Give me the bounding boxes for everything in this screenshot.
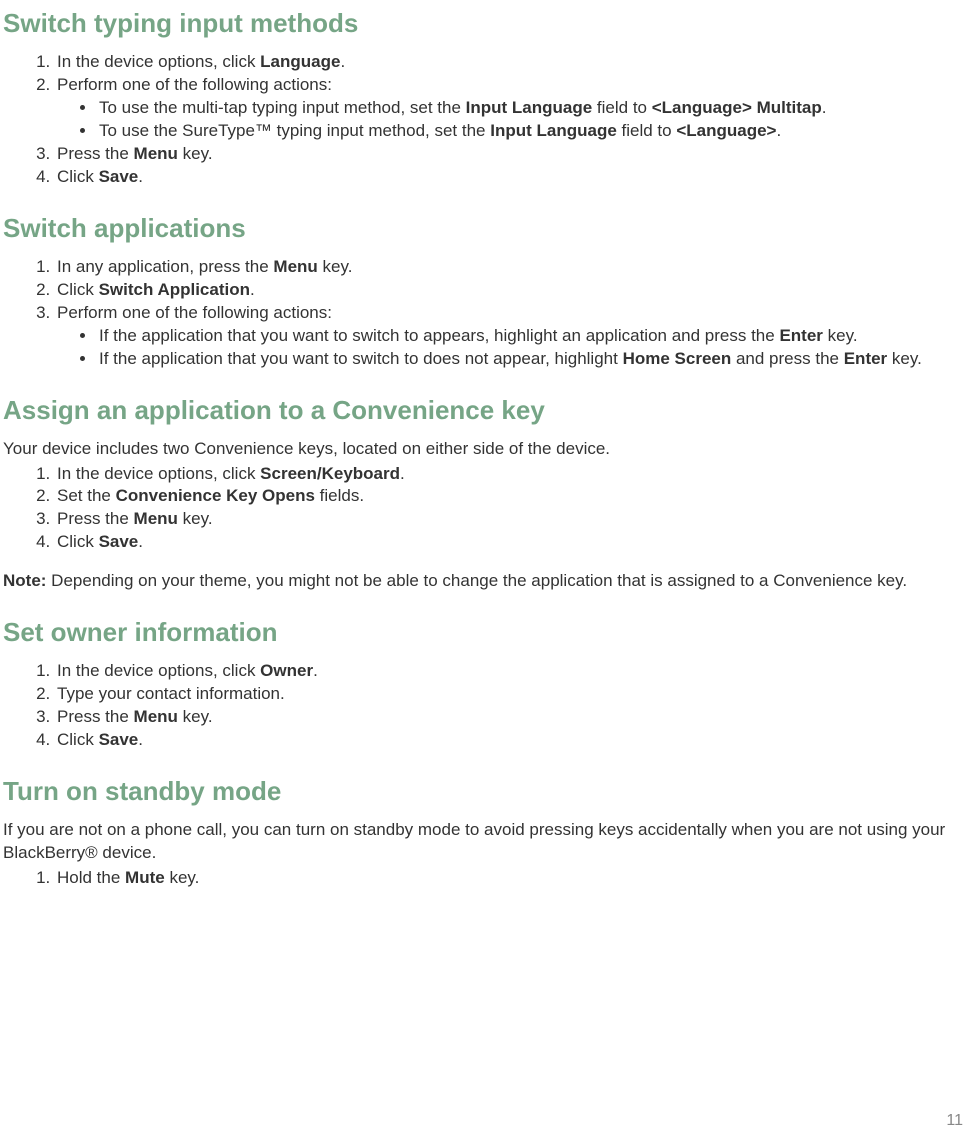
bold-text: Save	[99, 167, 139, 186]
text: To use the multi-tap typing input method…	[99, 98, 466, 117]
list-switch-typing: In the device options, click Language. P…	[3, 51, 970, 189]
text: Perform one of the following actions:	[57, 303, 332, 322]
bold-text: Menu	[273, 257, 317, 276]
bold-text: Enter	[844, 349, 887, 368]
list-item: To use the multi-tap typing input method…	[97, 97, 970, 120]
list-item: In the device options, click Screen/Keyb…	[55, 463, 970, 486]
sublist: To use the multi-tap typing input method…	[57, 97, 970, 143]
bold-text: <Language> Multitap	[652, 98, 822, 117]
heading-assign-convenience-key: Assign an application to a Convenience k…	[3, 393, 970, 428]
text: .	[822, 98, 827, 117]
text: Press the	[57, 144, 134, 163]
bold-text: Owner	[260, 661, 313, 680]
list-item: Click Save.	[55, 531, 970, 554]
list-item: In any application, press the Menu key.	[55, 256, 970, 279]
text: In the device options, click	[57, 661, 260, 680]
text: In the device options, click	[57, 52, 260, 71]
heading-switch-applications: Switch applications	[3, 211, 970, 246]
bold-text: Input Language	[490, 121, 617, 140]
text: .	[776, 121, 781, 140]
text: Click	[57, 730, 99, 749]
text: Click	[57, 280, 99, 299]
bold-text: Language	[260, 52, 340, 71]
text: key.	[165, 868, 200, 887]
text: Press the	[57, 707, 134, 726]
bold-text: Menu	[134, 707, 178, 726]
bold-text: Switch Application	[99, 280, 250, 299]
text: field to	[617, 121, 677, 140]
sublist: If the application that you want to swit…	[57, 325, 970, 371]
text: Press the	[57, 509, 134, 528]
text: .	[400, 464, 405, 483]
intro-text: Your device includes two Convenience key…	[3, 438, 970, 461]
text: fields.	[315, 486, 364, 505]
text: .	[250, 280, 255, 299]
bold-text: <Language>	[676, 121, 776, 140]
list-set-owner-information: In the device options, click Owner. Type…	[3, 660, 970, 752]
list-item: Press the Menu key.	[55, 508, 970, 531]
text: Type your contact information.	[57, 684, 285, 703]
list-switch-applications: In any application, press the Menu key. …	[3, 256, 970, 371]
list-item: Type your contact information.	[55, 683, 970, 706]
bold-text: Mute	[125, 868, 165, 887]
text: Depending on your theme, you might not b…	[46, 571, 907, 590]
text: Click	[57, 167, 99, 186]
list-item: Hold the Mute key.	[55, 867, 970, 890]
list-item: Click Save.	[55, 729, 970, 752]
text: .	[138, 167, 143, 186]
bold-text: Convenience Key Opens	[116, 486, 315, 505]
bold-text: Screen/Keyboard	[260, 464, 400, 483]
list-item: If the application that you want to swit…	[97, 325, 970, 348]
heading-turn-on-standby: Turn on standby mode	[3, 774, 970, 809]
list-item: Press the Menu key.	[55, 143, 970, 166]
list-item: In the device options, click Language.	[55, 51, 970, 74]
list-item: Perform one of the following actions: If…	[55, 302, 970, 371]
bold-text: Menu	[134, 144, 178, 163]
note-text: Note: Depending on your theme, you might…	[3, 570, 970, 593]
list-item: Set the Convenience Key Opens fields.	[55, 485, 970, 508]
list-item: Click Save.	[55, 166, 970, 189]
list-item: If the application that you want to swit…	[97, 348, 970, 371]
bold-text: Home Screen	[623, 349, 732, 368]
text: Click	[57, 532, 99, 551]
text: field to	[592, 98, 652, 117]
text: Perform one of the following actions:	[57, 75, 332, 94]
text: key.	[823, 326, 858, 345]
list-item: Perform one of the following actions: To…	[55, 74, 970, 143]
text: Hold the	[57, 868, 125, 887]
page-number: 11	[946, 1110, 963, 1132]
text: In the device options, click	[57, 464, 260, 483]
text: .	[138, 532, 143, 551]
heading-set-owner-information: Set owner information	[3, 615, 970, 650]
text: In any application, press the	[57, 257, 273, 276]
bold-text: Input Language	[466, 98, 593, 117]
text: If the application that you want to swit…	[99, 349, 623, 368]
text: key.	[178, 509, 213, 528]
list-item: Press the Menu key.	[55, 706, 970, 729]
text: .	[340, 52, 345, 71]
text: If the application that you want to swit…	[99, 326, 779, 345]
intro-text: If you are not on a phone call, you can …	[3, 819, 970, 865]
bold-text: Menu	[134, 509, 178, 528]
text: key.	[178, 707, 213, 726]
bold-text: Enter	[779, 326, 822, 345]
text: and press the	[731, 349, 843, 368]
text: key.	[178, 144, 213, 163]
text: key.	[318, 257, 353, 276]
list-assign-convenience-key: In the device options, click Screen/Keyb…	[3, 463, 970, 555]
text: .	[138, 730, 143, 749]
heading-switch-typing: Switch typing input methods	[3, 6, 970, 41]
note-label: Note:	[3, 571, 46, 590]
list-item: In the device options, click Owner.	[55, 660, 970, 683]
list-item: To use the SureType™ typing input method…	[97, 120, 970, 143]
text: .	[313, 661, 318, 680]
bold-text: Save	[99, 532, 139, 551]
bold-text: Save	[99, 730, 139, 749]
list-item: Click Switch Application.	[55, 279, 970, 302]
list-turn-on-standby: Hold the Mute key.	[3, 867, 970, 890]
text: Set the	[57, 486, 116, 505]
text: To use the SureType™ typing input method…	[99, 121, 490, 140]
text: key.	[887, 349, 922, 368]
